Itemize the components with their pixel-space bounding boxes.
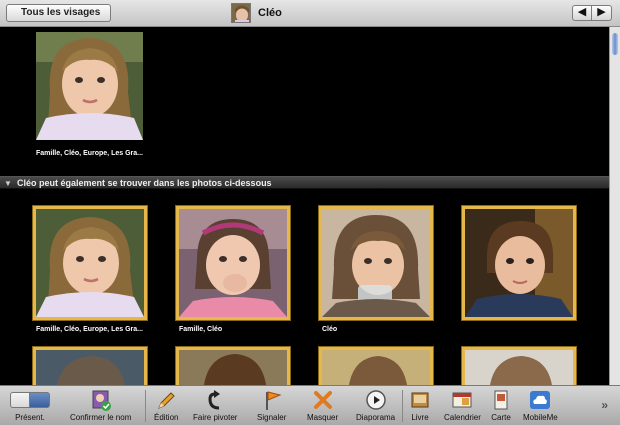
book-button[interactable]: Livre: [409, 388, 431, 422]
calendar-label: Calendrier: [444, 413, 481, 422]
view-mode-icon: [10, 388, 50, 412]
cloud-icon: [529, 388, 551, 412]
photo-caption: Famille, Cléo, Europe, Les Gra...: [36, 326, 143, 333]
mobileme-button[interactable]: MobileMe: [523, 388, 558, 422]
flag-button[interactable]: Signaler: [257, 388, 286, 422]
photo-caption: Famille, Cléo: [179, 326, 223, 333]
previous-arrow-icon[interactable]: ◀: [572, 5, 592, 21]
face-title: Cléo: [231, 2, 282, 24]
hide-x-icon: [312, 388, 334, 412]
slideshow-button[interactable]: Diaporama: [356, 388, 395, 422]
edit-button[interactable]: Édition: [154, 388, 178, 422]
calendar-icon: [451, 388, 473, 412]
rotate-button[interactable]: Faire pivoter: [193, 388, 237, 422]
disclosure-triangle-icon[interactable]: ▼: [4, 179, 12, 188]
toolbar-divider: [145, 390, 146, 422]
flag-label: Signaler: [257, 413, 287, 422]
vertical-scrollbar[interactable]: [609, 27, 620, 385]
book-icon: [409, 388, 431, 412]
all-faces-button[interactable]: Tous les visages: [6, 4, 112, 22]
play-icon: [365, 388, 387, 412]
faces-header: Tous les visages Cléo ◀ ▶: [0, 0, 620, 27]
bottom-toolbar: Présent. Confirmer le nom Édition Faire …: [0, 385, 620, 425]
photo-thumbnail[interactable]: [462, 347, 576, 385]
photo-thumbnail[interactable]: [176, 347, 290, 385]
book-label: Livre: [411, 413, 429, 422]
photo-thumbnail[interactable]: [176, 206, 290, 320]
pencil-icon: [155, 388, 177, 412]
section-label: Cléo peut également se trouver dans les …: [17, 178, 272, 188]
photo-thumbnail[interactable]: [33, 347, 147, 385]
edit-label: Édition: [154, 413, 179, 422]
page-title: Cléo: [258, 7, 282, 19]
next-arrow-icon[interactable]: ▶: [592, 5, 612, 21]
photo-thumbnail[interactable]: [319, 206, 433, 320]
scrollbar-thumb[interactable]: [612, 33, 618, 55]
slideshow-label: Diaporama: [356, 413, 396, 422]
photo-thumbnail[interactable]: [462, 206, 576, 320]
suggestions-section-header[interactable]: ▼ Cléo peut également se trouver dans le…: [0, 176, 609, 189]
nav-buttons: ◀ ▶: [572, 5, 612, 21]
key-face-photo[interactable]: [36, 32, 143, 140]
present-label: Présent.: [15, 413, 45, 422]
rotate-arrow-icon: [204, 388, 226, 412]
hide-label: Masquer: [307, 413, 339, 422]
calendar-button[interactable]: Calendrier: [444, 388, 481, 422]
photo-browser: Famille, Cléo, Europe, Les Gra... ▼ Cléo…: [0, 27, 609, 385]
mobileme-label: MobileMe: [523, 413, 558, 422]
iphoto-window: Tous les visages Cléo ◀ ▶ Famille, Cléo,…: [0, 0, 620, 425]
confirm-name-button[interactable]: Confirmer le nom: [70, 388, 131, 422]
flag-icon: [261, 388, 283, 412]
more-chevron-icon[interactable]: »: [601, 398, 608, 412]
confirm-name-icon: [90, 388, 112, 412]
hide-button[interactable]: Masquer: [307, 388, 338, 422]
toolbar-divider: [402, 390, 403, 422]
face-thumbnail: [231, 3, 251, 23]
card-label: Carte: [491, 413, 511, 422]
present-view-toggle[interactable]: Présent.: [10, 388, 50, 422]
photo-caption: Cléo: [322, 326, 338, 333]
photo-thumbnail[interactable]: [33, 206, 147, 320]
card-button[interactable]: Carte: [490, 388, 512, 422]
confirm-name-label: Confirmer le nom: [70, 413, 132, 422]
photo-thumbnail[interactable]: [319, 347, 433, 385]
key-face-caption: Famille, Cléo, Europe, Les Gra...: [36, 150, 143, 157]
rotate-label: Faire pivoter: [193, 413, 238, 422]
card-icon: [490, 388, 512, 412]
